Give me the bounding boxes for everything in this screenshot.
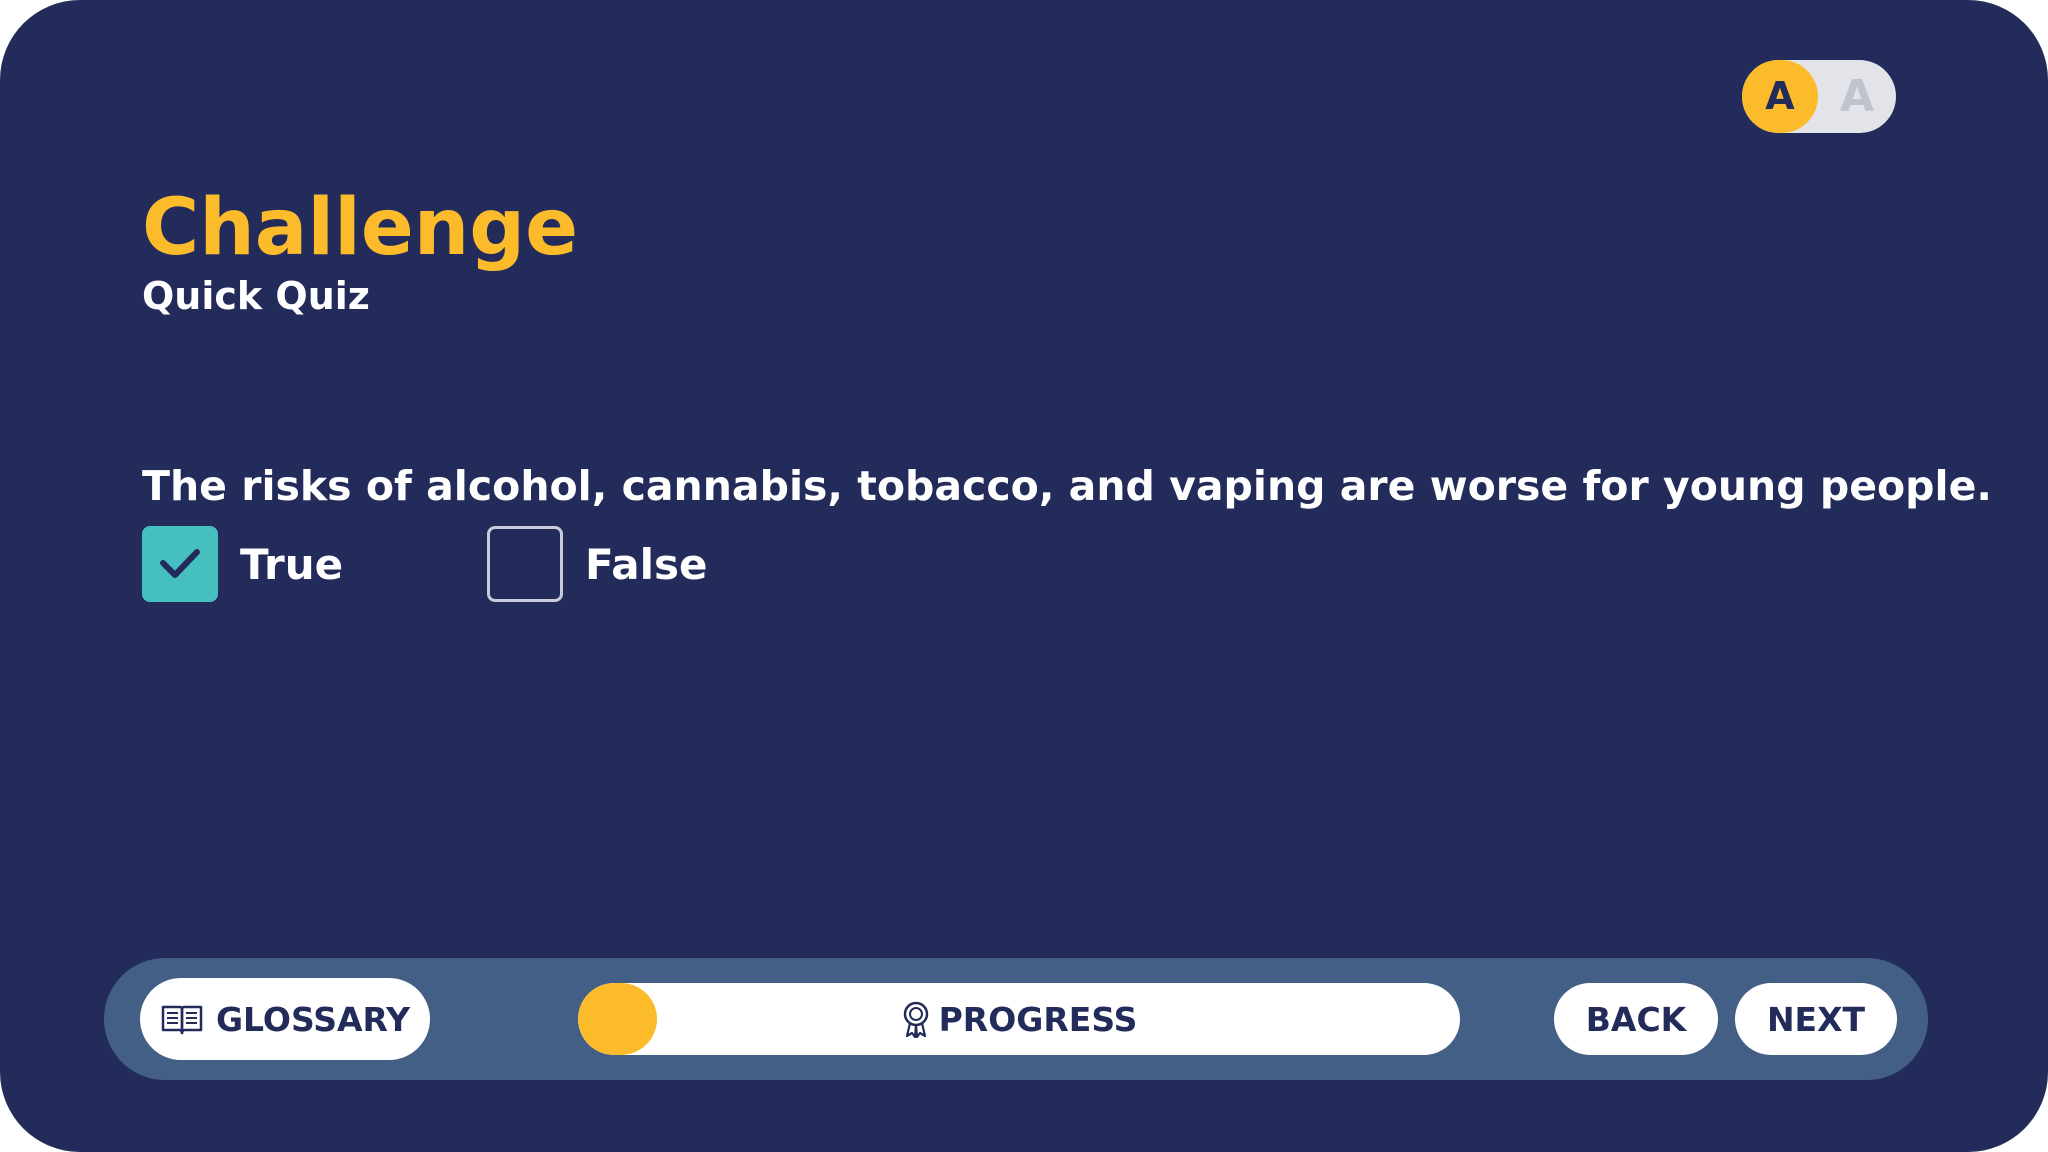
false-label: False bbox=[585, 539, 708, 589]
next-button[interactable]: NEXT bbox=[1735, 983, 1897, 1055]
option-false[interactable]: False bbox=[487, 526, 707, 602]
glossary-label: GLOSSARY bbox=[215, 999, 411, 1039]
quiz-question: The risks of alcohol, cannabis, tobacco,… bbox=[142, 462, 1992, 510]
false-checkbox[interactable] bbox=[487, 526, 563, 602]
true-checkbox[interactable] bbox=[142, 526, 218, 602]
true-label: True bbox=[240, 539, 344, 589]
back-button[interactable]: BACK bbox=[1554, 983, 1718, 1055]
glossary-button[interactable]: GLOSSARY bbox=[140, 978, 430, 1060]
progress-label: PROGRESS bbox=[938, 999, 1138, 1039]
bottom-nav-bar: GLOSSARY PROGRESS BACK NEXT bbox=[104, 958, 1928, 1080]
option-true[interactable]: True bbox=[142, 526, 343, 602]
text-size-small-option[interactable]: A bbox=[1742, 60, 1818, 133]
quiz-screen: A A Challenge Quick Quiz The risks of al… bbox=[0, 0, 2048, 1152]
book-icon bbox=[160, 1002, 204, 1036]
progress-fill bbox=[578, 983, 658, 1055]
text-size-large-option[interactable]: A bbox=[1818, 60, 1896, 133]
award-ribbon-icon bbox=[901, 1000, 931, 1038]
progress-bar[interactable]: PROGRESS bbox=[578, 983, 1460, 1055]
checkmark-icon bbox=[160, 549, 200, 578]
page-title: Challenge bbox=[142, 183, 579, 273]
page-subtitle: Quick Quiz bbox=[142, 274, 370, 318]
text-size-toggle[interactable]: A A bbox=[1742, 60, 1896, 133]
